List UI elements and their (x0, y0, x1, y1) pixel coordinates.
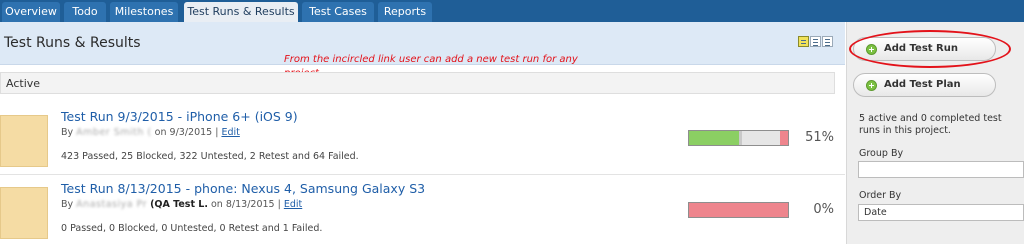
run-progress-bar (688, 130, 789, 146)
on-prefix: on (155, 127, 167, 138)
add-test-plan-label: Add Test Plan (884, 79, 961, 90)
progress-segment-failed (689, 203, 788, 217)
run-author: Anastasiya Pr (76, 199, 147, 210)
list-view-icon[interactable] (810, 36, 821, 47)
group-by-label: Group By (859, 148, 903, 159)
run-meta: By Anastasiya Pr (QA Test L. on 8/13/201… (61, 199, 302, 210)
compact-view-icon[interactable] (798, 36, 809, 47)
run-title-link[interactable]: Test Run 8/13/2015 - phone: Nexus 4, Sam… (61, 181, 425, 196)
tab-todo[interactable]: Todo (64, 2, 106, 22)
detail-view-icon[interactable] (822, 36, 833, 47)
add-test-plan-button[interactable]: Add Test Plan (853, 73, 996, 97)
run-author-role: (QA Test L. (150, 199, 208, 210)
tab-reports[interactable]: Reports (378, 2, 432, 22)
by-prefix: By (61, 199, 73, 210)
order-by-select[interactable]: Date (858, 204, 1024, 221)
run-summary: 423 Passed, 25 Blocked, 322 Untested, 2 … (61, 151, 359, 162)
add-test-run-label: Add Test Run (884, 43, 958, 54)
tab-milestones[interactable]: Milestones (110, 2, 178, 22)
top-navigation: Overview Todo Milestones Test Runs & Res… (0, 0, 1024, 22)
run-progress-bar (688, 202, 789, 218)
run-date: 9/3/2015 (170, 127, 213, 138)
run-summary: 0 Passed, 0 Blocked, 0 Untested, 0 Retes… (61, 223, 322, 234)
add-test-run-button[interactable]: Add Test Run (853, 37, 996, 61)
run-progress-percent: 51% (796, 130, 834, 145)
test-run-row: Test Run 9/3/2015 - iPhone 6+ (iOS 9) By… (0, 104, 845, 174)
add-icon (866, 44, 877, 55)
group-by-select[interactable] (858, 161, 1024, 178)
edit-link[interactable]: Edit (221, 127, 239, 138)
edit-link[interactable]: Edit (284, 199, 302, 210)
row-divider (0, 174, 845, 175)
run-progress-percent: 0% (796, 202, 834, 217)
run-thumbnail (0, 115, 48, 167)
tab-test-runs-results[interactable]: Test Runs & Results (184, 2, 298, 22)
test-run-row: Test Run 8/13/2015 - phone: Nexus 4, Sam… (0, 176, 845, 246)
progress-segment-passed (689, 131, 739, 145)
add-icon (866, 80, 877, 91)
run-date: 8/13/2015 (226, 199, 275, 210)
run-author: Amber Smith ( (76, 127, 151, 138)
on-prefix: on (211, 199, 223, 210)
progress-segment-untested (742, 131, 780, 145)
tab-test-cases[interactable]: Test Cases (302, 2, 374, 22)
runs-count-text: 5 active and 0 completed test runs in th… (859, 113, 1024, 137)
view-toggle (798, 36, 835, 48)
order-by-label: Order By (859, 190, 901, 201)
active-section-header: Active (0, 72, 835, 94)
page-title: Test Runs & Results (4, 35, 141, 51)
by-prefix: By (61, 127, 73, 138)
run-meta: By Amber Smith ( on 9/3/2015 | Edit (61, 127, 240, 138)
section-label: Active (6, 77, 40, 90)
tab-overview[interactable]: Overview (2, 2, 60, 22)
run-title-link[interactable]: Test Run 9/3/2015 - iPhone 6+ (iOS 9) (61, 109, 298, 124)
progress-segment-failed (780, 131, 788, 145)
run-thumbnail (0, 187, 48, 239)
